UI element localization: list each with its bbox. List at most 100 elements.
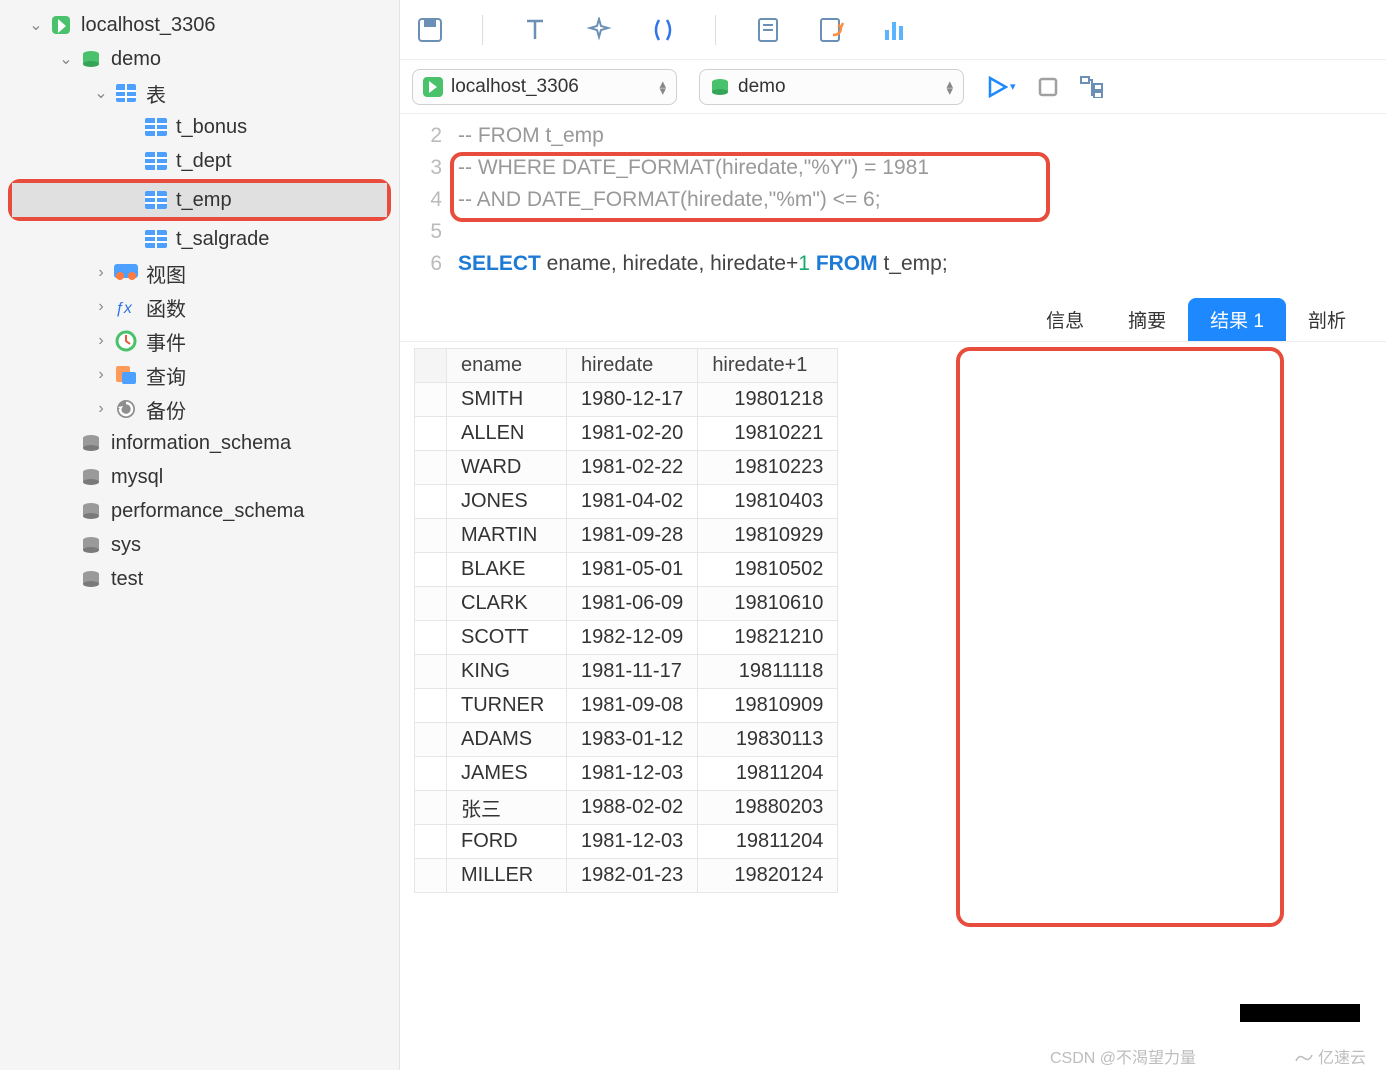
connection-combo[interactable]: localhost_3306 ▴▾ [412,69,677,105]
tab-3[interactable]: 剖析 [1286,298,1368,341]
run-button[interactable]: ▾ [986,76,1016,98]
sidebar-folder-functions[interactable]: › ƒx 函数 [0,290,399,324]
cell[interactable]: 19820124 [698,859,838,893]
editor-line[interactable]: 3-- WHERE DATE_FORMAT(hiredate,"%Y") = 1… [400,152,1386,184]
cell[interactable]: JONES [447,485,567,519]
cell[interactable]: TURNER [447,689,567,723]
editor-line[interactable]: 4-- AND DATE_FORMAT(hiredate,"%m") <= 6; [400,184,1386,216]
cell[interactable]: MARTIN [447,519,567,553]
table-row[interactable]: MARTIN1981-09-2819810929 [415,519,838,553]
cell[interactable]: 1981-12-03 [567,757,698,791]
sidebar-database-item[interactable]: sys [0,528,399,562]
table-row[interactable]: KING1981-11-1719811118 [415,655,838,689]
table-row[interactable]: SCOTT1982-12-0919821210 [415,621,838,655]
cell[interactable]: 1981-09-28 [567,519,698,553]
cell[interactable]: 19810223 [698,451,838,485]
beautify-icon[interactable] [583,14,615,46]
sidebar-table-item[interactable]: t_bonus [0,110,399,144]
format-icon[interactable] [519,14,551,46]
cell[interactable]: ADAMS [447,723,567,757]
cell[interactable]: KING [447,655,567,689]
cell[interactable]: 19821210 [698,621,838,655]
cell[interactable]: 19810610 [698,587,838,621]
table-row[interactable]: JAMES1981-12-0319811204 [415,757,838,791]
table-row[interactable]: FORD1981-12-0319811204 [415,825,838,859]
cell[interactable]: 19810929 [698,519,838,553]
table-row[interactable]: WARD1981-02-2219810223 [415,451,838,485]
results-table[interactable]: enamehiredatehiredate+1 SMITH1980-12-171… [414,348,838,893]
editor-line[interactable]: 5 [400,216,1386,248]
cell[interactable]: JAMES [447,757,567,791]
sidebar-database-item[interactable]: mysql [0,460,399,494]
sidebar-folder-queries[interactable]: › 查询 [0,358,399,392]
column-header[interactable]: hiredate [567,349,698,383]
cell[interactable]: 1988-02-02 [567,791,698,825]
cell[interactable]: MILLER [447,859,567,893]
cell[interactable]: CLARK [447,587,567,621]
cell[interactable]: 张三 [447,791,567,825]
cell[interactable]: 19811204 [698,757,838,791]
save-icon[interactable] [414,14,446,46]
cell[interactable]: 1981-11-17 [567,655,698,689]
cell[interactable]: 19801218 [698,383,838,417]
cell[interactable]: 19880203 [698,791,838,825]
table-row[interactable]: TURNER1981-09-0819810909 [415,689,838,723]
export-icon[interactable] [816,14,848,46]
tab-2[interactable]: 结果 1 [1188,298,1286,341]
cell[interactable]: ALLEN [447,417,567,451]
snippet-icon[interactable] [752,14,784,46]
table-row[interactable]: ALLEN1981-02-2019810221 [415,417,838,451]
table-row[interactable]: BLAKE1981-05-0119810502 [415,553,838,587]
sidebar-table-item[interactable]: t_dept [0,144,399,178]
cell[interactable]: 1980-12-17 [567,383,698,417]
explain-icon[interactable] [1080,76,1106,98]
sql-editor[interactable]: 2-- FROM t_emp3-- WHERE DATE_FORMAT(hire… [400,114,1386,298]
cell[interactable]: 1981-12-03 [567,825,698,859]
sidebar-database-item[interactable]: test [0,562,399,596]
editor-line[interactable]: 6SELECT ename, hiredate, hiredate+1 FROM… [400,248,1386,280]
sidebar-table-item-selected[interactable]: t_emp [12,183,387,217]
column-header[interactable]: ename [447,349,567,383]
cell[interactable]: 1981-02-20 [567,417,698,451]
cell[interactable]: 1982-01-23 [567,859,698,893]
cell[interactable]: 19810909 [698,689,838,723]
sidebar-database-item[interactable]: performance_schema [0,494,399,528]
table-row[interactable]: CLARK1981-06-0919810610 [415,587,838,621]
cell[interactable]: 19811204 [698,825,838,859]
table-row[interactable]: SMITH1980-12-1719801218 [415,383,838,417]
sidebar-root[interactable]: ⌄ localhost_3306 [0,8,399,42]
sidebar-folder-events[interactable]: › 事件 [0,324,399,358]
sidebar-table-item[interactable]: t_salgrade [0,222,399,256]
chart-icon[interactable] [880,14,912,46]
cell[interactable]: 19810403 [698,485,838,519]
table-row[interactable]: JONES1981-04-0219810403 [415,485,838,519]
cell[interactable]: 19811118 [698,655,838,689]
sidebar-folder-backups[interactable]: › 备份 [0,392,399,426]
cell[interactable]: 1981-04-02 [567,485,698,519]
cell[interactable]: 1981-09-08 [567,689,698,723]
cell[interactable]: WARD [447,451,567,485]
parentheses-icon[interactable] [647,14,679,46]
table-row[interactable]: MILLER1982-01-2319820124 [415,859,838,893]
cell[interactable]: 1981-02-22 [567,451,698,485]
sidebar-folder-tables[interactable]: ⌄ 表 [0,76,399,110]
cell[interactable]: FORD [447,825,567,859]
cell[interactable]: 19810502 [698,553,838,587]
cell[interactable]: BLAKE [447,553,567,587]
sidebar-database-item[interactable]: information_schema [0,426,399,460]
database-combo[interactable]: demo ▴▾ [699,69,964,105]
tab-1[interactable]: 摘要 [1106,298,1188,341]
table-row[interactable]: 张三1988-02-0219880203 [415,791,838,825]
stop-button[interactable] [1038,77,1058,97]
cell[interactable]: 19830113 [698,723,838,757]
cell[interactable]: 1981-06-09 [567,587,698,621]
table-row[interactable]: ADAMS1983-01-1219830113 [415,723,838,757]
cell[interactable]: SMITH [447,383,567,417]
column-header[interactable]: hiredate+1 [698,349,838,383]
sidebar-database[interactable]: ⌄ demo [0,42,399,76]
cell[interactable]: 19810221 [698,417,838,451]
cell[interactable]: 1983-01-12 [567,723,698,757]
cell[interactable]: 1982-12-09 [567,621,698,655]
editor-line[interactable]: 2-- FROM t_emp [400,120,1386,152]
cell[interactable]: SCOTT [447,621,567,655]
